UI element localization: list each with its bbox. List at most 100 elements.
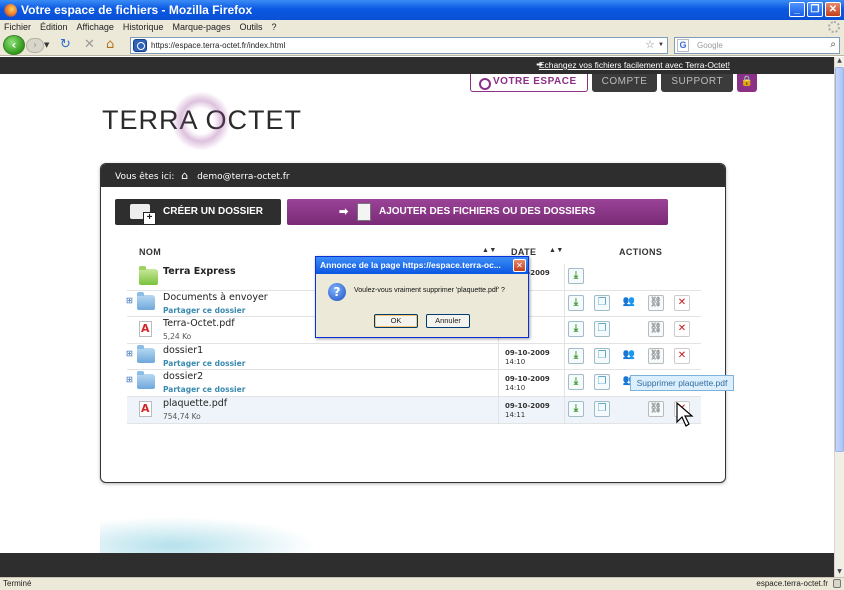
confirm-dialog: Annonce de la page https://espace.terra-… — [315, 256, 529, 338]
tab-compte[interactable]: COMPTE — [591, 74, 658, 92]
file-name[interactable]: Terra-Octet.pdf — [163, 318, 235, 329]
table-row[interactable]: plaquette.pdf 754,74 Ko 09-10-200914:11 … — [127, 396, 701, 424]
status-bar: Terminé espace.terra-octet.fr — [0, 577, 844, 590]
menu-edition[interactable]: Édition — [40, 22, 68, 32]
promo-link[interactable]: Echangez vos fichiers facilement avec Te… — [539, 60, 730, 70]
reload-icon[interactable]: ↻ — [60, 37, 71, 53]
add-files-button[interactable]: ➡ AJOUTER DES FICHIERS OU DES DOSSIERS — [287, 199, 668, 225]
share-folder-link[interactable]: Partager ce dossier — [163, 306, 245, 315]
site-logo[interactable]: TERRA OCTET — [102, 91, 302, 151]
pdf-icon — [139, 321, 152, 338]
download-icon[interactable]: ⤓ — [568, 321, 584, 338]
search-placeholder: Google — [697, 41, 723, 50]
status-domain: espace.terra-octet.fr — [756, 579, 828, 588]
link-icon[interactable]: ⛓ — [648, 347, 664, 364]
scroll-thumb[interactable] — [835, 67, 844, 452]
file-name[interactable]: dossier2 — [163, 371, 203, 382]
site-tabs: VOTRE ESPACE COMPTE SUPPORT 🔒 — [470, 74, 758, 92]
copy-icon[interactable]: ❐ — [594, 400, 610, 417]
column-name[interactable]: NOM — [139, 247, 161, 257]
back-button[interactable]: ‹ — [3, 35, 25, 55]
scroll-down-icon[interactable]: ▼ — [835, 568, 844, 577]
expand-icon[interactable]: ⊞ — [126, 296, 133, 305]
close-window-button[interactable]: ✕ — [825, 2, 841, 17]
link-icon[interactable]: ⛓ — [648, 400, 664, 417]
history-dropdown-icon[interactable]: ▼ — [44, 41, 49, 49]
menu-fichier[interactable]: Fichier — [4, 22, 31, 32]
url-bar[interactable]: https://espace.terra-octet.fr/index.html… — [130, 37, 668, 54]
menu-help[interactable]: ? — [272, 22, 277, 32]
link-icon[interactable]: ⛓ — [648, 294, 664, 311]
file-name[interactable]: Terra Express — [163, 266, 236, 277]
create-folder-label: CRÉER UN DOSSIER — [163, 206, 264, 217]
table-row[interactable]: ⊞ dossier1 Partager ce dossier 09-10-200… — [126, 343, 701, 371]
vertical-scrollbar[interactable]: ▲ ▼ — [834, 57, 844, 577]
arrow-right-icon: ➡ — [339, 206, 349, 218]
bookmark-star-icon[interactable]: ☆ — [645, 38, 655, 52]
tab-votre-espace[interactable]: VOTRE ESPACE — [470, 74, 588, 92]
link-icon[interactable]: ⛓ — [648, 321, 664, 338]
folder-icon — [137, 371, 155, 390]
cancel-button[interactable]: Annuler — [426, 314, 470, 328]
stop-icon[interactable]: ✕ — [84, 37, 95, 53]
folder-icon — [137, 344, 155, 363]
url-dropdown-icon[interactable]: ▼ — [658, 38, 664, 53]
menu-historique[interactable]: Historique — [123, 22, 164, 32]
menu-marque-pages[interactable]: Marque-pages — [172, 22, 230, 32]
sort-name-icon[interactable]: ▲▼ — [482, 247, 497, 254]
firefox-icon — [4, 3, 17, 17]
file-date: 09-10-2009 14:10 — [505, 348, 550, 366]
pdf-icon — [139, 400, 152, 417]
share-users-icon[interactable]: 👥 — [621, 348, 637, 364]
share-users-icon[interactable]: 👥 — [621, 295, 637, 311]
delete-icon[interactable]: ✕ — [674, 321, 690, 338]
file-name[interactable]: plaquette.pdf — [163, 398, 227, 409]
menu-affichage[interactable]: Affichage — [77, 22, 114, 32]
download-icon[interactable]: ⤓ — [568, 347, 584, 364]
dialog-close-button[interactable]: ✕ — [513, 259, 526, 272]
download-icon[interactable]: ⤓ — [568, 374, 584, 391]
question-icon: ? — [328, 283, 346, 301]
create-folder-button[interactable]: CRÉER UN DOSSIER — [115, 199, 281, 225]
copy-icon[interactable]: ❐ — [594, 321, 610, 338]
minimize-button[interactable]: _ — [789, 2, 805, 17]
home-icon[interactable]: ⌂ — [181, 169, 188, 182]
share-folder-link[interactable]: Partager ce dossier — [163, 359, 245, 368]
expand-icon[interactable]: ⊞ — [126, 375, 133, 384]
copy-icon[interactable]: ❐ — [594, 374, 610, 391]
copy-icon[interactable]: ❐ — [594, 347, 610, 364]
copy-icon[interactable]: ❐ — [594, 294, 610, 311]
site-identity-icon[interactable] — [133, 39, 147, 52]
breadcrumb-user[interactable]: demo@terra-octet.fr — [197, 172, 290, 182]
throbber-icon — [828, 21, 840, 33]
logo-ring — [171, 91, 231, 151]
document-icon — [357, 203, 371, 221]
padlock-icon[interactable] — [833, 579, 841, 588]
download-icon[interactable]: ⤓ — [568, 400, 584, 417]
scroll-up-icon[interactable]: ▲ — [835, 57, 844, 66]
forward-button[interactable]: › — [26, 38, 44, 53]
maximize-button[interactable]: ❐ — [807, 2, 823, 17]
download-icon[interactable]: ⤓ — [568, 268, 584, 284]
home-icon[interactable]: ⌂ — [106, 37, 114, 53]
decorative-splash — [100, 512, 340, 554]
ok-button[interactable]: OK — [374, 314, 418, 328]
search-icon[interactable]: ⌕ — [830, 38, 836, 52]
delete-icon[interactable]: ✕ — [674, 294, 690, 311]
tab-support[interactable]: SUPPORT — [661, 74, 734, 92]
table-row[interactable]: ⊞ dossier2 Partager ce dossier 09-10-200… — [126, 370, 701, 397]
search-engine-icon[interactable]: G — [677, 39, 689, 52]
menu-outils[interactable]: Outils — [240, 22, 263, 32]
delete-icon[interactable]: ✕ — [674, 347, 690, 364]
file-name[interactable]: dossier1 — [163, 345, 203, 356]
window-title: Votre espace de fichiers - Mozilla Firef… — [21, 3, 253, 17]
download-icon[interactable]: ⤓ — [568, 294, 584, 311]
share-folder-link[interactable]: Partager ce dossier — [163, 385, 245, 394]
search-bar[interactable]: G Google ⌕ — [674, 37, 840, 54]
expand-icon[interactable]: ⊞ — [126, 349, 133, 358]
sort-date-icon[interactable]: ▲▼ — [549, 247, 564, 254]
file-size: 5,24 Ko — [163, 332, 192, 342]
menu-bar: Fichier Édition Affichage Historique Mar… — [0, 20, 844, 34]
file-name[interactable]: Documents à envoyer — [163, 292, 268, 303]
lock-icon[interactable]: 🔒 — [737, 74, 758, 92]
